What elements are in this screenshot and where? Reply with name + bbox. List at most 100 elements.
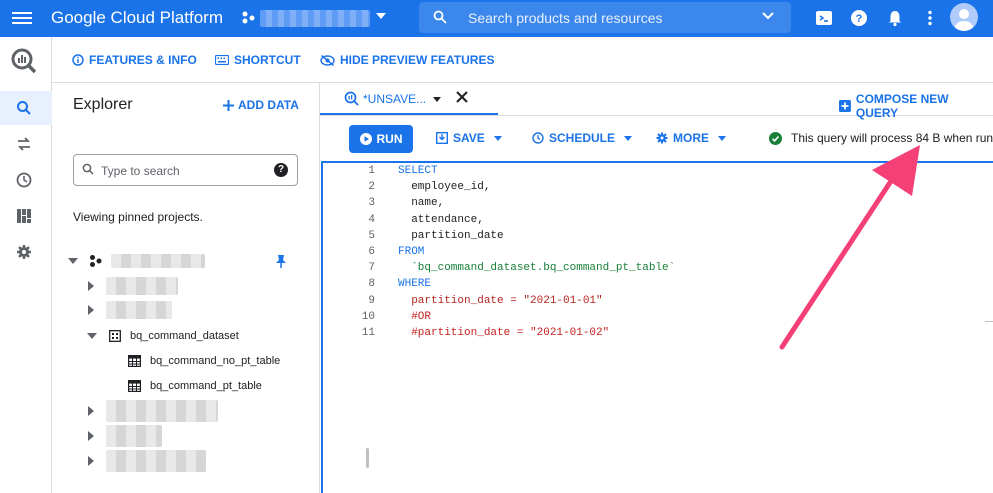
cloud-shell-icon[interactable] [815, 9, 833, 27]
query-icon [344, 91, 359, 106]
code-line: name, [398, 197, 445, 210]
line-number: 5 [368, 229, 375, 242]
explorer-search-input[interactable]: Type to search ? [73, 154, 298, 186]
save-icon [436, 132, 448, 144]
search-icon [82, 163, 94, 175]
chevron-down-icon[interactable] [433, 97, 441, 102]
add-data-button[interactable]: ADD DATA [223, 98, 299, 112]
search-placeholder: Search products and resources [468, 10, 663, 26]
chevron-down-icon[interactable] [761, 11, 775, 21]
code-line: employee_id, [398, 181, 491, 194]
run-button[interactable]: RUN [349, 125, 413, 153]
compose-new-query-button[interactable]: COMPOSE NEW QUERY [839, 92, 993, 120]
save-button[interactable]: SAVE [436, 131, 502, 145]
chevron-down-icon[interactable] [624, 135, 633, 141]
code-line: partition_date = "2021-01-01" [398, 294, 603, 307]
tree-project-row[interactable] [68, 250, 308, 272]
run-label: RUN [376, 132, 403, 146]
top-bar: Google Cloud Platform Search products an… [0, 0, 993, 37]
visibility-off-icon [320, 54, 335, 66]
clock-icon [532, 132, 544, 144]
project-icon [242, 11, 255, 24]
tab-unsaved-query[interactable]: *UNSAVE... [320, 83, 498, 115]
code-line: #partition_date = "2021-01-02" [398, 327, 610, 339]
query-editor-area: *UNSAVE... COMPOSE NEW QUERY RUN SAVE SC… [320, 83, 993, 493]
explorer-search-placeholder: Type to search [101, 164, 180, 178]
check-circle-icon [769, 131, 782, 145]
code-line: attendance, [398, 213, 484, 226]
explorer-panel: Explorer ADD DATA Type to search ? Viewi… [52, 83, 369, 493]
tab-label: *UNSAVE... [363, 92, 427, 106]
chevron-down-icon[interactable] [68, 258, 78, 264]
menu-icon[interactable] [12, 9, 32, 27]
tree-table-row[interactable]: bq_command_pt_table [128, 375, 262, 397]
add-data-label: ADD DATA [238, 98, 299, 112]
chevron-down-icon[interactable] [718, 135, 726, 141]
compose-label: COMPOSE NEW QUERY [855, 92, 949, 120]
tree-dataset-row[interactable]: bq_command_dataset [87, 325, 239, 347]
code-line: FROM [398, 246, 425, 258]
line-number: 9 [368, 294, 375, 307]
table-name: bq_command_pt_table [150, 380, 262, 392]
pin-icon[interactable] [275, 254, 287, 268]
redacted-item [106, 400, 218, 422]
partitioned-table-icon [128, 380, 141, 392]
redacted-item [106, 450, 206, 472]
avatar[interactable] [950, 3, 978, 31]
explorer-title: Explorer [73, 96, 133, 113]
more-button[interactable]: MORE [656, 131, 726, 145]
line-number: 11 [361, 327, 375, 339]
chevron-right-icon[interactable] [88, 281, 94, 291]
more-vert-icon[interactable] [921, 9, 939, 27]
rail-item-transfers[interactable] [0, 127, 52, 161]
plus-icon [223, 99, 234, 111]
info-icon [72, 54, 84, 66]
schedule-label: SCHEDULE [549, 131, 616, 145]
help-icon[interactable]: ? [850, 9, 868, 27]
search-icon [17, 101, 31, 115]
svg-text:?: ? [856, 13, 863, 25]
hide-preview-features-button[interactable]: HIDE PREVIEW FEATURES [320, 53, 494, 67]
rail-item-scheduled-queries[interactable] [0, 163, 52, 197]
tree-item-collapsed[interactable] [88, 299, 172, 321]
keyboard-icon [215, 55, 229, 65]
code-line: `bq_command_dataset.bq_command_pt_table` [398, 262, 676, 275]
chevron-right-icon[interactable] [88, 456, 94, 466]
tree-item-collapsed[interactable] [88, 450, 206, 472]
close-icon[interactable] [455, 90, 469, 104]
chevron-right-icon[interactable] [88, 431, 94, 441]
chevron-down-icon[interactable] [376, 13, 386, 19]
feature-bar: FEATURES & INFO SHORTCUT HIDE PREVIEW FE… [52, 37, 993, 83]
tree-item-collapsed[interactable] [88, 400, 218, 422]
more-label: MORE [673, 131, 709, 145]
table-icon [128, 355, 141, 367]
tree-table-row[interactable]: bq_command_no_pt_table [128, 350, 280, 372]
hide-preview-label: HIDE PREVIEW FEATURES [340, 53, 495, 67]
search-input[interactable]: Search products and resources [419, 2, 791, 33]
line-number: 10 [361, 310, 375, 323]
line-number: 3 [368, 197, 375, 210]
project-selector[interactable] [260, 10, 370, 27]
shortcut-button[interactable]: SHORTCUT [215, 53, 301, 67]
rail-item-sql-workspace[interactable] [0, 91, 52, 125]
tree-item-collapsed[interactable] [88, 275, 178, 297]
redacted-item [106, 277, 178, 295]
tree-item-collapsed[interactable] [88, 425, 162, 447]
chevron-down-icon[interactable] [493, 135, 502, 141]
features-info-button[interactable]: FEATURES & INFO [72, 53, 197, 67]
sql-editor[interactable]: 1 SELECT 2 employee_id, 3 name, 4 attendance… [321, 161, 993, 493]
rail-item-analytics-hub[interactable] [0, 199, 52, 233]
schedule-button[interactable]: SCHEDULE [532, 131, 633, 145]
brand-title[interactable]: Google Cloud Platform [51, 8, 223, 28]
help-icon[interactable]: ? [274, 163, 288, 177]
chevron-right-icon[interactable] [88, 305, 94, 315]
chevron-right-icon[interactable] [88, 406, 94, 416]
gear-icon [656, 132, 668, 144]
clock-icon [16, 172, 32, 188]
rail-item-settings[interactable] [0, 235, 52, 269]
bigquery-logo-icon [11, 48, 37, 74]
play-icon [359, 133, 372, 145]
notifications-icon[interactable] [886, 9, 904, 27]
chevron-down-icon[interactable] [87, 333, 97, 339]
line-number: 4 [368, 213, 375, 226]
